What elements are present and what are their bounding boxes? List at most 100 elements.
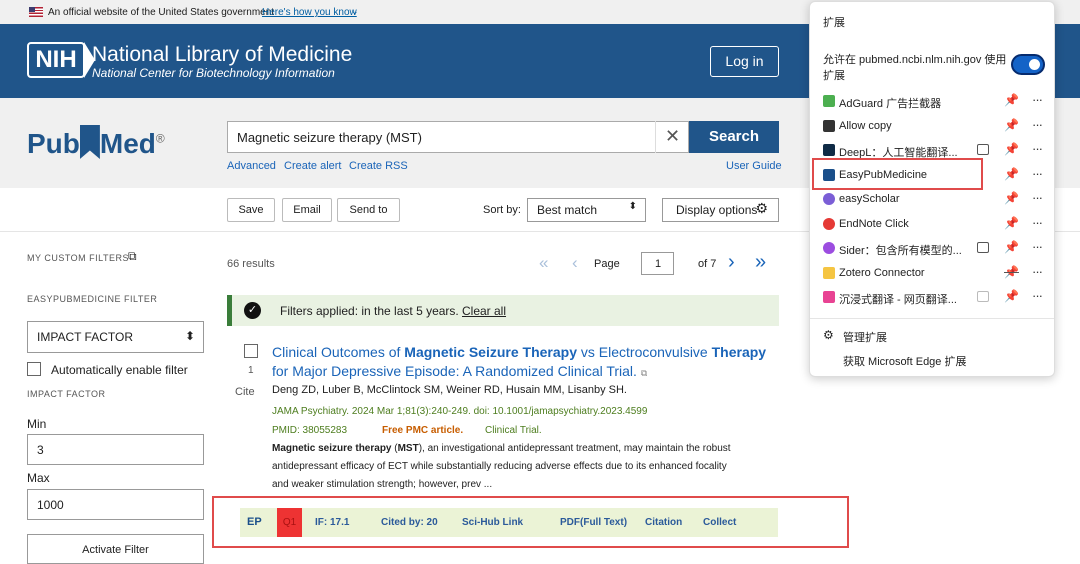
nih-logo[interactable]: NIH [27, 42, 95, 78]
article-checkbox[interactable] [244, 344, 258, 358]
extension-item[interactable]: easyScholar 📌 ··· [823, 188, 1043, 212]
create-rss-link[interactable]: Create RSS [349, 160, 408, 172]
gear-icon: ⚙ [755, 200, 768, 216]
min-label: Min [27, 417, 47, 431]
allow-site-toggle[interactable] [1011, 54, 1045, 75]
external-link-icon[interactable]: ⧉ [128, 249, 137, 264]
search-button[interactable]: Search [689, 121, 779, 153]
extension-item[interactable]: EndNote Click 📌 ··· [823, 213, 1043, 237]
display-options-label: Display options [676, 203, 758, 217]
sidebar-panel-icon[interactable] [977, 242, 989, 253]
more-options-icon[interactable]: ··· [1032, 190, 1043, 205]
unpin-icon[interactable]: 📌 [1004, 265, 1019, 279]
filter-type-select[interactable]: IMPACT FACTOR ⬍ [27, 321, 204, 353]
prev-page-icon[interactable]: ‹ [572, 253, 578, 273]
auto-enable-checkbox[interactable] [27, 362, 41, 376]
check-circle-icon: ✓ [244, 302, 261, 319]
copy-icon[interactable]: ⧉ [641, 368, 647, 378]
send-to-button[interactable]: Send to [337, 198, 400, 222]
display-options-button[interactable]: Display options ⚙ [662, 198, 779, 222]
min-input[interactable]: 3 [27, 434, 204, 465]
extensions-panel: 扩展 允许在 pubmed.ncbi.nlm.nih.gov 使用扩展 AdGu… [809, 1, 1055, 377]
adguard-icon [823, 95, 835, 107]
filters-applied-bar: ✓ Filters applied: in the last 5 years. … [227, 295, 779, 326]
extension-item[interactable]: 沉浸式翻译 - 网页翻译... 📌 ··· [823, 286, 1043, 310]
more-options-icon[interactable]: ··· [1032, 141, 1043, 156]
nlm-title[interactable]: National Library of Medicine [92, 43, 352, 67]
first-page-icon[interactable]: « [539, 253, 548, 273]
max-input[interactable]: 1000 [27, 489, 204, 520]
more-options-icon[interactable]: ··· [1032, 264, 1043, 279]
activate-filter-button[interactable]: Activate Filter [27, 534, 204, 564]
create-alert-link[interactable]: Create alert [284, 160, 341, 172]
save-button[interactable]: Save [227, 198, 275, 222]
pin-icon[interactable]: 📌 [1004, 118, 1019, 132]
pin-icon[interactable]: 📌 [1004, 142, 1019, 156]
more-options-icon[interactable]: ··· [1032, 117, 1043, 132]
snippet-highlight: MST [397, 443, 419, 454]
pubmed-logo[interactable]: Pub Med® [27, 125, 165, 160]
easypub-row-highlight [212, 496, 849, 548]
pin-icon[interactable]: 📌 [1004, 191, 1019, 205]
title-highlight: Therapy [711, 344, 767, 360]
manage-extensions-link[interactable]: 管理扩展 [843, 329, 887, 345]
auto-enable-label: Automatically enable filter [51, 363, 188, 377]
next-page-icon[interactable]: › [728, 251, 735, 274]
article-title[interactable]: Clinical Outcomes of Magnetic Seizure Th… [272, 343, 766, 383]
of-pages: of 7 [698, 258, 717, 270]
article-journal: JAMA Psychiatry. 2024 Mar 1;81(3):240-24… [272, 406, 648, 417]
sort-value: Best match [537, 203, 598, 217]
pin-icon[interactable]: 📌 [1004, 93, 1019, 107]
more-options-icon[interactable]: ··· [1032, 239, 1043, 254]
allow-copy-icon [823, 120, 835, 132]
article-snippet: Magnetic seizure therapy (MST), an inves… [272, 440, 731, 494]
pin-icon[interactable]: 📌 [1004, 289, 1019, 303]
clear-search-icon[interactable]: ✕ [655, 121, 689, 153]
sidebar-panel-icon[interactable] [977, 144, 989, 155]
user-guide-link[interactable]: User Guide [726, 160, 782, 172]
search-input[interactable]: Magnetic seizure therapy (MST) [227, 121, 689, 153]
snippet-highlight: Magnetic seizure therapy [272, 443, 392, 454]
extension-name: AdGuard 广告拦截器 [839, 98, 942, 110]
more-options-icon[interactable]: ··· [1032, 166, 1043, 181]
extension-item[interactable]: AdGuard 广告拦截器 📌 ··· [823, 90, 1043, 114]
advanced-link[interactable]: Advanced [227, 160, 276, 172]
extension-item[interactable]: Allow copy 📌 ··· [823, 115, 1043, 139]
clear-all-link[interactable]: Clear all [462, 304, 506, 318]
extension-item[interactable]: Sider：包含所有模型的... 📌 ··· [823, 237, 1043, 261]
last-page-icon[interactable]: » [755, 251, 766, 274]
more-options-icon[interactable]: ··· [1032, 288, 1043, 303]
updown-arrow-icon: ⬍ [628, 201, 637, 212]
extension-name: Zotero Connector [839, 267, 925, 279]
get-edge-extensions-link[interactable]: 获取 Microsoft Edge 扩展 [843, 353, 966, 369]
title-line-2: for Major Depressive Episode: A Randomiz… [272, 363, 637, 379]
cite-button[interactable]: Cite [235, 386, 255, 398]
more-options-icon[interactable]: ··· [1032, 215, 1043, 230]
pin-icon[interactable]: 📌 [1004, 240, 1019, 254]
extensions-title: 扩展 [823, 17, 845, 29]
puzzle-icon: ⚙ [823, 328, 834, 342]
article-authors: Deng ZD, Luber B, McClintock SM, Weiner … [272, 384, 627, 396]
sort-select[interactable]: Best match ⬍ [527, 198, 646, 222]
heres-how-you-know-link[interactable]: Here's how you know [262, 7, 357, 18]
extension-item[interactable]: Zotero Connector 📌 ··· [823, 262, 1043, 286]
pin-icon[interactable]: 📌 [1004, 216, 1019, 230]
email-button[interactable]: Email [282, 198, 332, 222]
logo-med-text: Med [99, 128, 156, 159]
article-number: 1 [248, 365, 254, 376]
article-type: Clinical Trial. [485, 425, 542, 436]
sider-icon [823, 242, 835, 254]
extension-name: Sider：包含所有模型的... [839, 245, 962, 257]
title-part: Clinical Outcomes of [272, 344, 405, 360]
sidebar-panel-icon[interactable] [977, 291, 989, 302]
pin-icon[interactable]: 📌 [1004, 167, 1019, 181]
login-button[interactable]: Log in [710, 46, 779, 77]
page-input[interactable]: 1 [641, 252, 674, 275]
filters-applied-text: Filters applied: in the last 5 years. [280, 304, 459, 318]
snippet-line-3: and weaker stimulation strength; however… [272, 479, 493, 490]
more-options-icon[interactable]: ··· [1032, 92, 1043, 107]
extension-name: 沉浸式翻译 - 网页翻译... [839, 294, 957, 306]
registered-mark: ® [155, 131, 165, 146]
sort-by-label: Sort by: [483, 204, 521, 216]
us-flag-icon [29, 7, 43, 17]
